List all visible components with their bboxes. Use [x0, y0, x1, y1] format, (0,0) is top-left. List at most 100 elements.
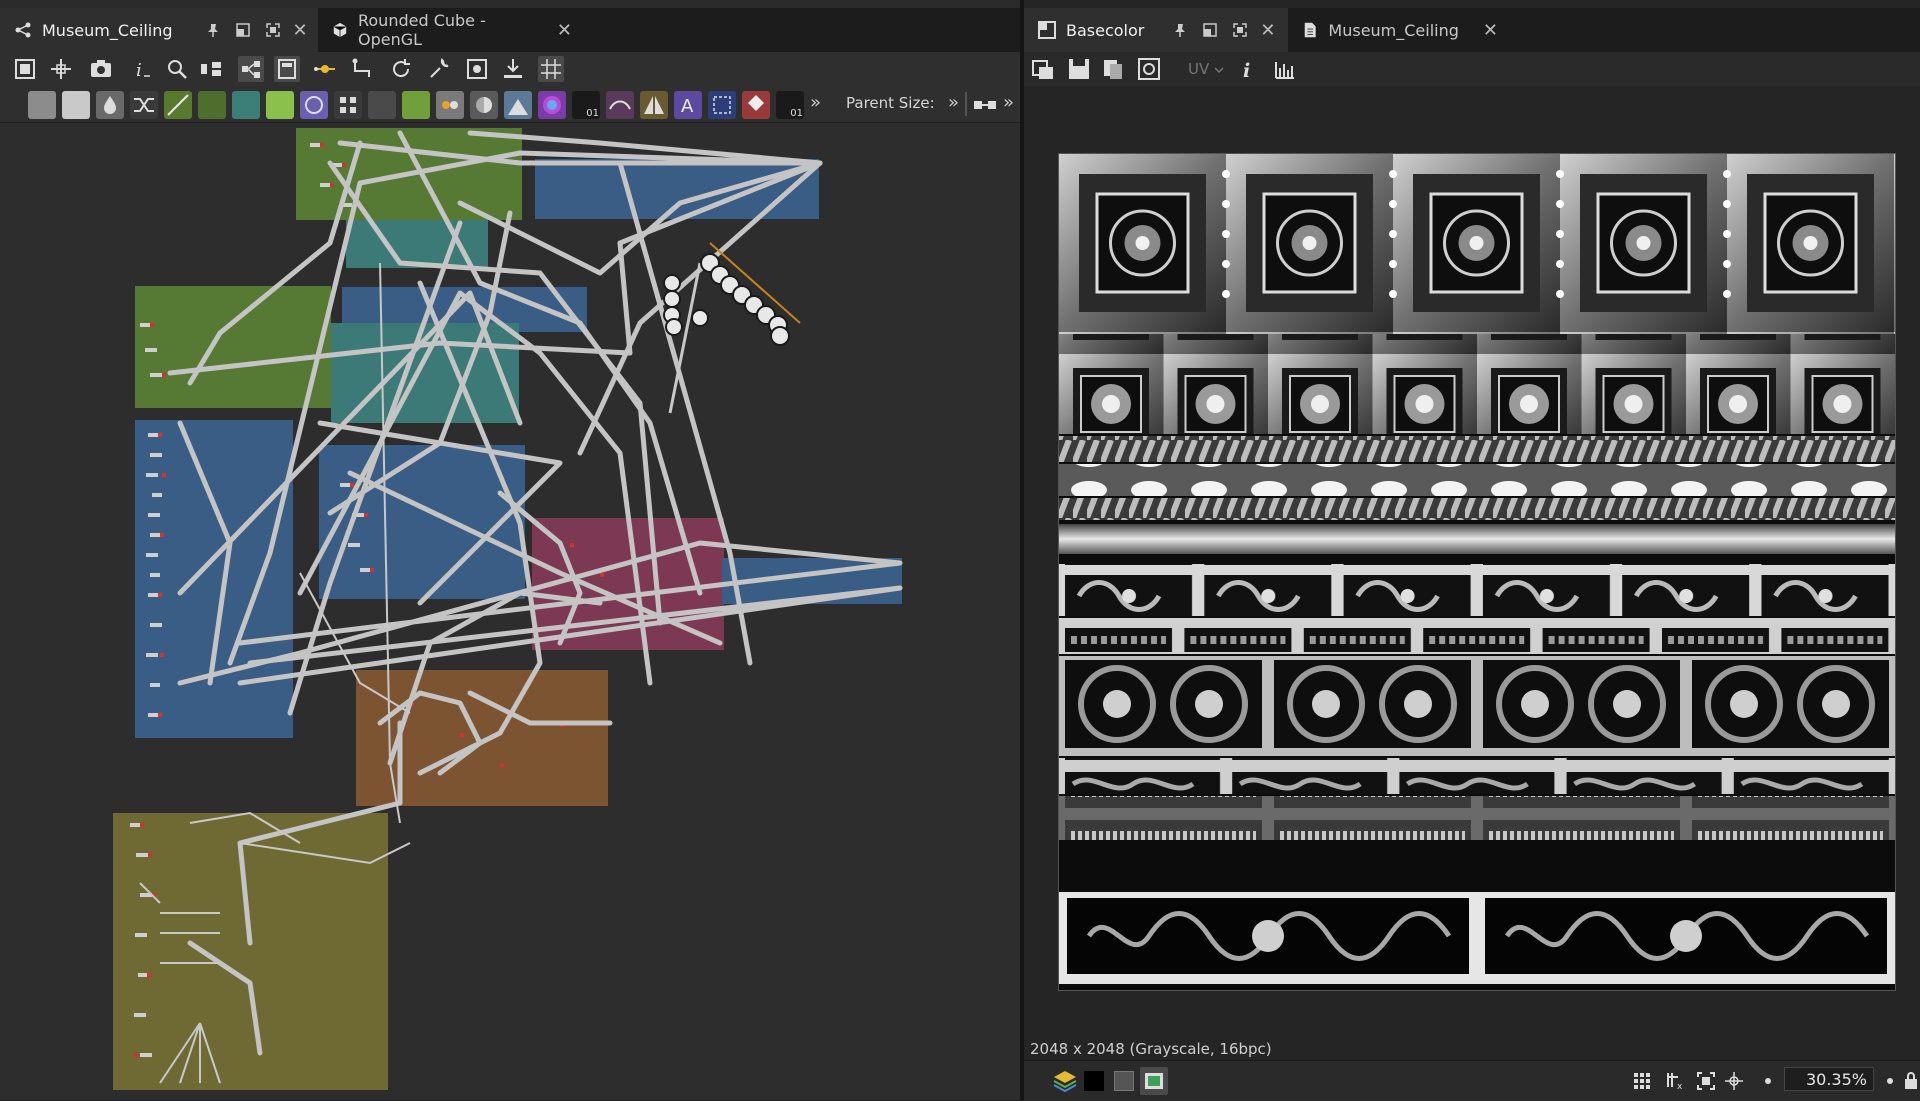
checker-background-button[interactable]: [1114, 1071, 1134, 1091]
library-overflow[interactable]: »: [810, 92, 821, 113]
splatter-icon[interactable]: [402, 91, 430, 119]
refresh-icon[interactable]: [388, 56, 414, 82]
tab-museum-ceiling-explorer[interactable]: Museum_Ceiling ✕: [1288, 8, 1498, 52]
text-icon[interactable]: A: [674, 91, 702, 119]
tab-label: Museum_Ceiling: [42, 20, 173, 40]
grid-icon[interactable]: [1632, 1071, 1652, 1091]
transform-icon[interactable]: [232, 91, 260, 119]
mirror-icon[interactable]: [640, 91, 668, 119]
layout-icon[interactable]: [198, 56, 224, 82]
tab-label: Basecolor: [1066, 20, 1145, 40]
document-icon: [1304, 22, 1316, 38]
uv-dropdown[interactable]: UV: [1188, 60, 1209, 78]
svg-text:i: i: [136, 60, 142, 81]
close-icon[interactable]: ✕: [293, 20, 308, 41]
pixel-processor-icon[interactable]: 01: [776, 91, 804, 119]
search-icon[interactable]: [164, 56, 190, 82]
black-background-button[interactable]: [1084, 1071, 1104, 1091]
bake-icon[interactable]: [500, 56, 526, 82]
curve-icon[interactable]: [164, 91, 192, 119]
copy-icon[interactable]: [1030, 56, 1056, 82]
paint-bucket-icon[interactable]: [742, 91, 770, 119]
chevron-down-icon: [1214, 67, 1224, 74]
levels-icon[interactable]: [198, 91, 226, 119]
parent-size-overflow[interactable]: »: [948, 92, 959, 113]
layers-panel-icon[interactable]: [274, 56, 300, 82]
tab-label: Museum_Ceiling: [1328, 20, 1459, 40]
noise-icon-label: 01: [586, 108, 599, 119]
center-icon[interactable]: [1724, 1071, 1744, 1091]
viewer-2d-icon: [1038, 21, 1056, 39]
frame-green-left[interactable]: [135, 286, 331, 408]
cube-icon: [333, 22, 347, 38]
frame-blue-top[interactable]: [535, 159, 819, 219]
layers-icon[interactable]: [1052, 1069, 1078, 1093]
pan-icon[interactable]: [48, 56, 74, 82]
viewer-toolbar: UV i: [1024, 52, 1920, 86]
tools-icon[interactable]: [426, 56, 452, 82]
noise-icon[interactable]: 01: [572, 91, 600, 119]
pin-icon[interactable]: [1172, 22, 1188, 38]
shuffle-icon[interactable]: [130, 91, 158, 119]
tile-icon[interactable]: [334, 91, 362, 119]
float-icon[interactable]: [235, 22, 251, 38]
frame-icon[interactable]: [12, 56, 38, 82]
tab-basecolor[interactable]: Basecolor ✕: [1024, 8, 1288, 52]
crop-icon[interactable]: [708, 91, 736, 119]
lock-icon[interactable]: [1904, 1071, 1918, 1091]
info-icon[interactable]: i: [1234, 56, 1260, 82]
svg-text:x: x: [1677, 1082, 1683, 1091]
frame-olive[interactable]: [113, 813, 388, 1090]
warp-icon[interactable]: [606, 91, 634, 119]
toolbar-overflow[interactable]: »: [1003, 92, 1014, 113]
gradient-icon[interactable]: [266, 91, 294, 119]
histogram-icon[interactable]: [1272, 56, 1298, 82]
toolbar-divider: [965, 92, 967, 116]
close-icon[interactable]: ✕: [557, 20, 572, 41]
texture-preview[interactable]: [1058, 153, 1896, 991]
tab-label: Rounded Cube - OpenGL: [357, 11, 486, 49]
image-info-status: 2048 x 2048 (Grayscale, 16bpc): [1030, 1040, 1272, 1058]
zoom-out-icon[interactable]: [1764, 1077, 1772, 1085]
maximize-icon[interactable]: [1232, 22, 1248, 38]
pin-icon[interactable]: [205, 22, 221, 38]
info-icon[interactable]: i: [128, 56, 154, 82]
fill-icon[interactable]: [368, 91, 396, 119]
node-graph[interactable]: [0, 123, 1020, 1100]
tab-museum-ceiling-graph[interactable]: Museum_Ceiling ✕: [0, 8, 318, 52]
normal-icon[interactable]: [470, 91, 498, 119]
grid-icon[interactable]: [538, 56, 564, 82]
fit-icon[interactable]: [1696, 1071, 1716, 1091]
svg-text:i: i: [1243, 60, 1250, 82]
link-icon[interactable]: [312, 56, 338, 82]
graph-view-icon[interactable]: [238, 56, 264, 82]
color-wheel-icon[interactable]: [538, 91, 566, 119]
graph-toolbar: i: [0, 52, 1020, 86]
parent-size-label[interactable]: Parent Size:: [846, 94, 935, 112]
tiling-icon[interactable]: x: [1664, 1069, 1686, 1091]
refresh-view-icon[interactable]: [1136, 56, 1162, 82]
camera-icon[interactable]: [88, 56, 114, 82]
paste-icon[interactable]: [1100, 56, 1126, 82]
tab-rounded-cube[interactable]: Rounded Cube - OpenGL ✕: [318, 8, 572, 52]
float-icon[interactable]: [1202, 22, 1218, 38]
pixel-processor-icon-label: 01: [790, 108, 803, 119]
shape-icon[interactable]: [300, 91, 328, 119]
zoom-input[interactable]: 30.35%: [1784, 1067, 1874, 1091]
maximize-icon[interactable]: [265, 22, 281, 38]
connect-icon[interactable]: [350, 56, 376, 82]
color-channel-button[interactable]: [1140, 1067, 1168, 1095]
frame-blue-left[interactable]: [135, 420, 293, 738]
image-node-icon[interactable]: [28, 91, 56, 119]
link-nodes-icon[interactable]: [972, 94, 998, 116]
export-icon[interactable]: [464, 56, 490, 82]
histogram-node-icon[interactable]: [504, 91, 532, 119]
close-icon[interactable]: ✕: [1260, 20, 1275, 41]
zoom-in-icon[interactable]: [1886, 1077, 1894, 1085]
uniform-color-icon[interactable]: [62, 91, 90, 119]
blend-icon[interactable]: [436, 91, 464, 119]
close-icon[interactable]: ✕: [1483, 20, 1498, 41]
blur-icon[interactable]: [96, 91, 124, 119]
save-icon[interactable]: [1066, 56, 1092, 82]
graph-canvas[interactable]: [0, 123, 1020, 1100]
